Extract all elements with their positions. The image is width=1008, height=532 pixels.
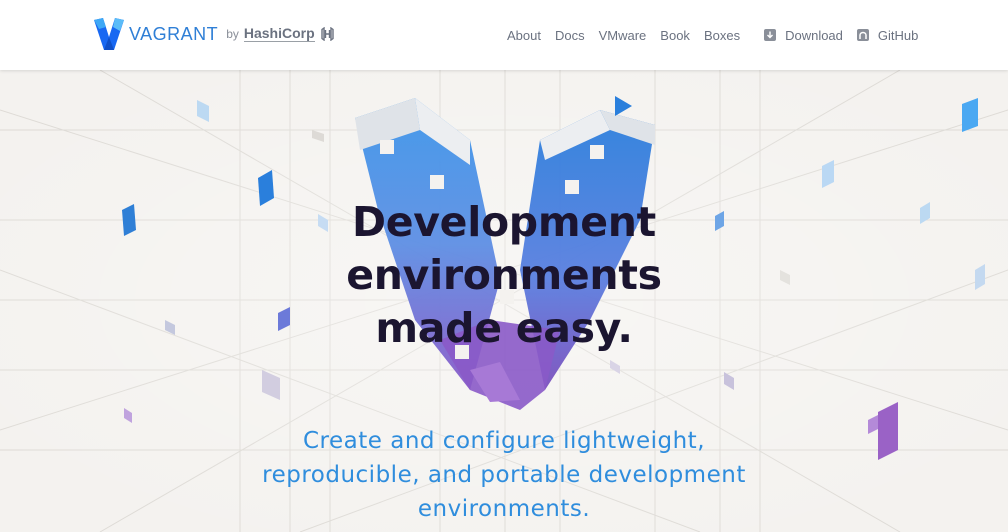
headline-line-3: made easy. <box>375 304 633 352</box>
nav-download[interactable]: Download <box>764 28 843 43</box>
hero-section: Development environments made easy. Crea… <box>0 70 1008 532</box>
nav-about[interactable]: About <box>507 28 541 43</box>
brand-name: VAGRANT <box>129 23 219 44</box>
headline-line-2: environments <box>346 251 662 299</box>
nav-download-label: Download <box>785 27 843 43</box>
subhead-line-1: Create and configure lightweight, <box>302 428 706 454</box>
brand-by-text: by <box>226 27 239 41</box>
headline-line-1: Development <box>352 198 656 246</box>
nav-boxes[interactable]: Boxes <box>704 28 740 43</box>
hashicorp-icon <box>320 27 334 41</box>
nav-github[interactable]: GitHub <box>856 27 919 43</box>
main-nav: About Docs VMware Book Boxes Download Gi… <box>507 27 932 43</box>
hero-subheadline: Create and configure lightweight, reprod… <box>0 424 1008 526</box>
vagrant-v-logo-icon <box>94 18 124 50</box>
nav-book[interactable]: Book <box>660 28 690 43</box>
brand[interactable]: VAGRANT by HashiCorp <box>93 17 334 51</box>
top-navigation-bar: VAGRANT by HashiCorp About Docs VMware B… <box>0 0 1008 70</box>
hero-headline: Development environments made easy. <box>0 196 1008 355</box>
nav-vmware[interactable]: VMware <box>599 28 647 43</box>
github-icon <box>856 29 869 41</box>
subhead-line-2: reproducible, and portable development <box>262 462 746 488</box>
nav-docs[interactable]: Docs <box>555 28 585 43</box>
nav-github-label: GitHub <box>877 27 919 43</box>
download-icon <box>764 29 777 41</box>
hashicorp-link[interactable]: HashiCorp <box>243 26 315 42</box>
subhead-line-3: environments. <box>417 496 591 522</box>
